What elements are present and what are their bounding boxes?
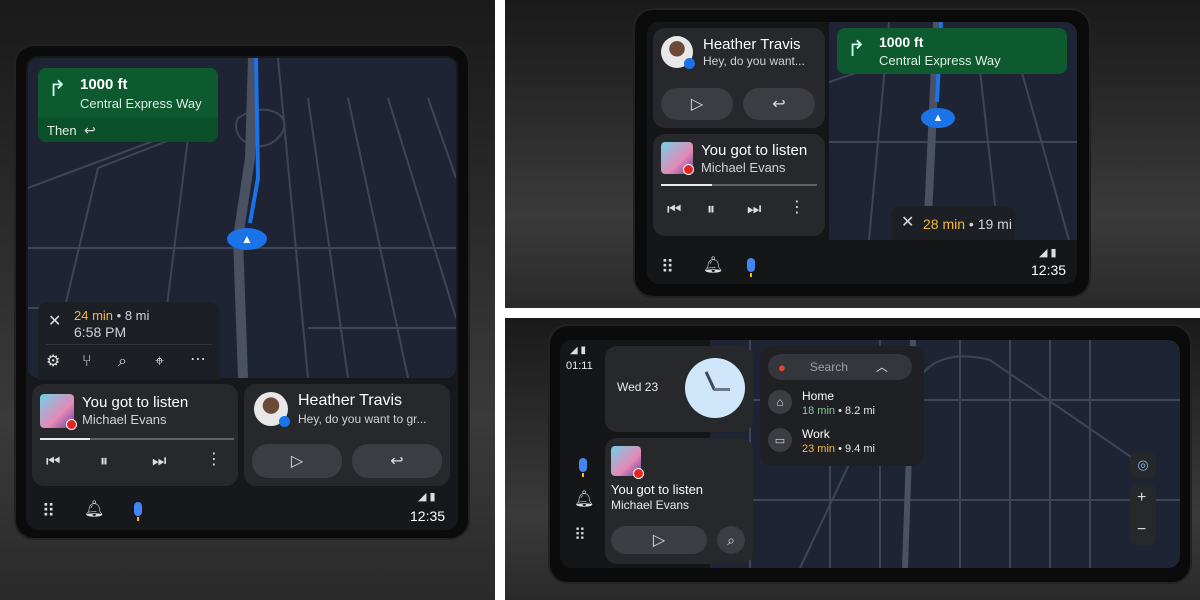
nav-distance: 1000 ft: [879, 34, 924, 50]
next-icon[interactable]: ⏭: [747, 202, 761, 218]
destination-name: Home: [802, 389, 835, 403]
briefcase-icon: ▭: [768, 428, 792, 452]
trip-arrival: 6:58 PM: [74, 324, 127, 340]
more-icon[interactable]: ⋯: [190, 352, 206, 368]
destination-name: Work: [802, 427, 830, 441]
media-card[interactable]: You got to listen Michael Evans ⏮ ⏸ ⏭ ⋮: [653, 134, 825, 236]
clock-card[interactable]: Wed 23: [605, 346, 753, 432]
gear-icon[interactable]: ⚙: [46, 354, 60, 370]
media-card[interactable]: You got to listen Michael Evans ▷ ⌕: [605, 438, 753, 564]
media-title: You got to listen: [701, 142, 808, 159]
app-launcher-icon[interactable]: ⠿: [661, 258, 674, 276]
trip-distance: 8 mi: [124, 308, 150, 323]
reply-button[interactable]: ↩: [352, 444, 442, 478]
next-icon[interactable]: ⏭: [152, 454, 166, 470]
chevron-up-icon[interactable]: ︿: [876, 361, 888, 373]
pause-icon[interactable]: ⏸: [100, 454, 108, 470]
search-placeholder: Search: [809, 360, 848, 374]
search-panel: ● Search ︿ ⌂ Home 18 min • 8.2 mi ▭ Work…: [760, 346, 924, 466]
media-artist: Michael Evans: [82, 412, 167, 427]
app-launcher-icon[interactable]: ⠿: [42, 502, 55, 520]
then-label: Then: [47, 123, 77, 138]
previous-icon[interactable]: ⏮: [667, 202, 681, 218]
status-time: 01:11: [566, 360, 593, 372]
mic-icon[interactable]: [579, 458, 587, 477]
media-artist: Michael Evans: [701, 160, 786, 175]
play-message-button[interactable]: ▷: [252, 444, 342, 478]
previous-icon[interactable]: ⏮: [46, 454, 60, 470]
play-message-button[interactable]: ▷: [661, 88, 733, 120]
search-icon[interactable]: ⌕: [118, 354, 127, 370]
reply-button[interactable]: ↩: [743, 88, 815, 120]
mic-icon[interactable]: [747, 258, 755, 277]
signal-icons: ◢ ▮: [1039, 247, 1057, 259]
more-vert-icon[interactable]: ⋮: [206, 452, 222, 468]
nav-instruction-card[interactable]: ↱ 1000 ft Central Express Way Then ↩: [38, 68, 218, 142]
zoom-in-icon[interactable]: +: [1137, 490, 1146, 506]
media-card[interactable]: You got to listen Michael Evans ⏮ ⏸ ⏭ ⋮: [32, 384, 238, 486]
app-launcher-icon[interactable]: ⠿: [574, 528, 586, 544]
youtube-music-icon: [683, 164, 694, 175]
clock-date: Wed 23: [617, 380, 659, 394]
play-button[interactable]: ▷: [611, 526, 707, 554]
wide-display: ▲ ↱ 1000 ft Central Express Way ✕ 28 min…: [635, 10, 1089, 296]
message-icon: [279, 416, 290, 427]
current-location-marker: ▲: [227, 228, 267, 250]
turn-left-icon: ↩: [84, 122, 96, 138]
media-progress[interactable]: [40, 438, 234, 440]
signal-icons: ◢ ▮: [418, 491, 436, 503]
status-time: 12:35: [1031, 262, 1067, 278]
mic-icon[interactable]: [134, 502, 142, 521]
portrait-screen-panel: ▲ ↱ 1000 ft Central Express Way Then ↩ ✕…: [0, 0, 495, 600]
trip-distance: 19 mi: [977, 216, 1012, 232]
search-bar[interactable]: ● Search ︿: [768, 354, 912, 380]
portrait-display: ▲ ↱ 1000 ft Central Express Way Then ↩ ✕…: [16, 46, 468, 538]
nav-distance: 1000 ft: [80, 76, 128, 93]
close-icon[interactable]: ✕: [901, 215, 914, 231]
message-card[interactable]: Heather Travis Hey, do you want... ▷ ↩: [653, 28, 825, 128]
message-preview: Hey, do you want to gr...: [298, 412, 427, 426]
pause-icon[interactable]: ⏸: [707, 202, 715, 218]
youtube-music-icon: [66, 419, 77, 430]
close-icon[interactable]: ✕: [48, 314, 61, 330]
turn-right-icon: ↱: [847, 36, 866, 61]
bell-icon[interactable]: 🔔︎: [84, 502, 104, 518]
media-title: You got to listen: [82, 394, 189, 411]
message-icon: [684, 58, 695, 69]
more-vert-icon[interactable]: ⋮: [789, 200, 805, 216]
bell-icon[interactable]: 🔔︎: [574, 492, 594, 508]
message-sender: Heather Travis: [298, 392, 403, 409]
pin-icon[interactable]: ⌖: [155, 354, 164, 370]
bell-icon[interactable]: 🔔︎: [703, 258, 723, 274]
nav-street: Central Express Way: [80, 96, 202, 111]
ultrawide-screen-panel: ● Search ︿ ⌂ Home 18 min • 8.2 mi ▭ Work…: [505, 318, 1200, 600]
analog-clock: [685, 358, 745, 418]
message-sender: Heather Travis: [703, 36, 801, 53]
alt-route-icon[interactable]: ⑂: [82, 354, 92, 370]
home-icon: ⌂: [768, 390, 792, 414]
media-artist: Michael Evans: [611, 498, 690, 512]
trip-eta: 24 min: [74, 308, 114, 323]
nav-instruction-card[interactable]: ↱ 1000 ft Central Express Way: [837, 28, 1067, 74]
ultrawide-display: ● Search ︿ ⌂ Home 18 min • 8.2 mi ▭ Work…: [550, 326, 1190, 582]
turn-right-icon: ↱: [48, 76, 67, 101]
maps-pin-icon: ●: [778, 359, 786, 375]
zoom-controls: + −: [1130, 484, 1156, 546]
zoom-out-icon[interactable]: −: [1137, 522, 1146, 538]
media-progress[interactable]: [661, 184, 817, 186]
trip-card: ✕ 28 min • 19 mi: [891, 206, 1015, 240]
nav-street: Central Express Way: [879, 53, 1001, 68]
status-time: 12:35: [410, 508, 446, 524]
media-title: You got to listen: [611, 482, 704, 497]
message-card[interactable]: Heather Travis Hey, do you want to gr...…: [244, 384, 450, 486]
current-location-marker: ▲: [921, 108, 955, 128]
trip-card: ✕ 24 min • 8 mi 6:58 PM ⚙ ⑂ ⌕ ⌖ ⋯: [38, 302, 220, 380]
wide-screen-panel: ▲ ↱ 1000 ft Central Express Way ✕ 28 min…: [505, 0, 1200, 308]
signal-icons: ◢ ▮: [570, 345, 586, 356]
message-preview: Hey, do you want...: [703, 54, 805, 68]
trip-eta: 28 min: [923, 216, 966, 232]
recenter-button[interactable]: ◎: [1130, 452, 1156, 478]
youtube-music-icon: [633, 468, 644, 479]
search-button[interactable]: ⌕: [717, 526, 745, 554]
